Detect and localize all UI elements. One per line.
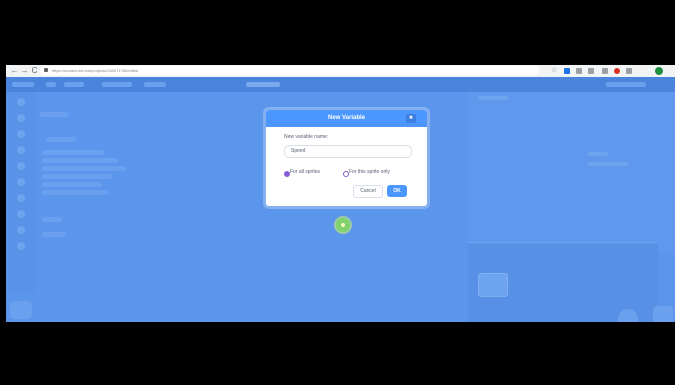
cancel-button[interactable]: Cancel: [353, 185, 383, 198]
block-palette: [36, 92, 136, 292]
extension-icon[interactable]: [564, 68, 570, 74]
palette-block[interactable]: [42, 190, 108, 195]
lock-icon: [44, 68, 48, 72]
category-icon[interactable]: [17, 162, 25, 170]
category-icon[interactable]: [17, 226, 25, 234]
extension-icon[interactable]: [614, 68, 620, 74]
variable-name-value: Speed: [291, 148, 306, 154]
menu-item[interactable]: [606, 82, 646, 87]
radio-this-sprite-label[interactable]: For this sprite only: [349, 169, 390, 175]
variable-name-label: New variable name:: [284, 134, 329, 140]
category-icon[interactable]: [17, 146, 25, 154]
menu-item[interactable]: [46, 82, 56, 87]
radio-all-sprites-label[interactable]: For all sprites: [290, 169, 320, 175]
extension-icon[interactable]: [626, 68, 632, 74]
letterbox-bottom: [0, 322, 675, 385]
block-categories: [6, 92, 36, 292]
profile-avatar[interactable]: [655, 67, 663, 75]
new-variable-dialog: New Variable ✖ New variable name: Speed …: [266, 110, 427, 206]
back-button[interactable]: ←: [10, 66, 19, 75]
stage-header: [478, 96, 508, 100]
category-icon[interactable]: [17, 194, 25, 202]
reload-button[interactable]: C: [30, 66, 39, 75]
category-icon[interactable]: [17, 242, 25, 250]
palette-block[interactable]: [42, 150, 104, 155]
editor-menubar: [6, 77, 675, 92]
extension-icon[interactable]: [576, 68, 582, 74]
add-extension-button[interactable]: [10, 301, 32, 319]
menu-item[interactable]: [12, 82, 34, 87]
letterbox-top: [0, 0, 675, 65]
category-icon[interactable]: [17, 178, 25, 186]
address-text: https://scratch.mit.edu/projects/3400717…: [52, 68, 139, 73]
palette-block[interactable]: [42, 232, 66, 237]
forward-button[interactable]: →: [20, 66, 29, 75]
category-icon[interactable]: [17, 210, 25, 218]
palette-block[interactable]: [42, 182, 102, 187]
menu-item[interactable]: [102, 82, 132, 87]
add-backdrop-button[interactable]: [653, 306, 673, 322]
sprite-thumbnail[interactable]: [478, 273, 508, 297]
menu-item[interactable]: [64, 82, 84, 87]
stage-monitor: [588, 152, 608, 156]
category-icon[interactable]: [17, 98, 25, 106]
palette-block[interactable]: [42, 166, 126, 171]
palette-block[interactable]: [42, 174, 112, 179]
palette-block[interactable]: [42, 217, 62, 222]
extension-icon[interactable]: [588, 68, 594, 74]
palette-block[interactable]: [46, 137, 76, 142]
stage-area: [468, 92, 675, 252]
stage-monitor: [588, 162, 628, 166]
menu-item[interactable]: [144, 82, 166, 87]
palette-block[interactable]: [40, 112, 68, 117]
close-icon[interactable]: ✖: [406, 114, 416, 123]
dialog-title: New Variable: [327, 115, 366, 121]
category-icon[interactable]: [17, 114, 25, 122]
add-sprite-button[interactable]: [618, 309, 638, 322]
mouse-cursor-icon: [341, 223, 345, 227]
extension-icon[interactable]: [602, 68, 608, 74]
palette-block[interactable]: [42, 158, 118, 163]
bookmark-star-icon[interactable]: ☆: [551, 67, 557, 74]
category-icon[interactable]: [17, 130, 25, 138]
dialog-header: New Variable ✖: [266, 110, 427, 127]
screen-frame: ← → C https://scratch.mit.edu/projects/3…: [6, 65, 675, 322]
project-title-field[interactable]: [246, 82, 280, 87]
ok-button[interactable]: OK: [387, 185, 407, 197]
